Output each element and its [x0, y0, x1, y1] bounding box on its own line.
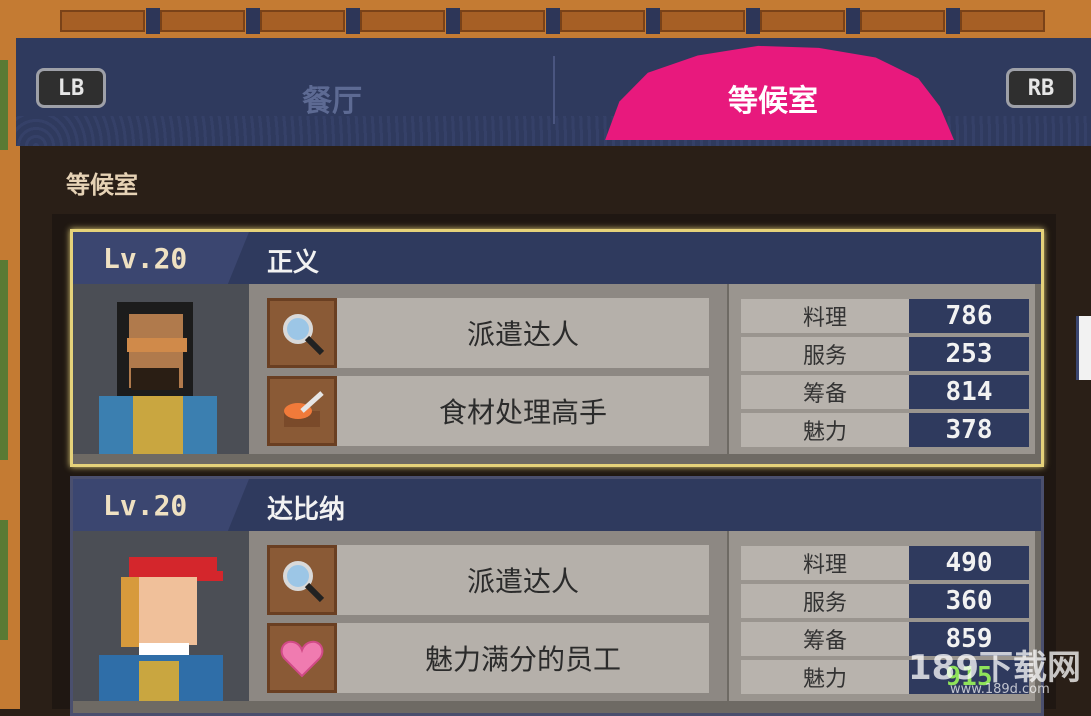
- stat-label: 料理: [741, 546, 909, 580]
- heart-icon: [267, 623, 337, 693]
- watermark-url: www.189d.com: [950, 682, 1050, 697]
- stat-value: 253: [909, 337, 1029, 371]
- card-header: Lv.20 正义: [73, 232, 1041, 284]
- magnifier-icon: [267, 545, 337, 615]
- tab-waiting-room[interactable]: 等候室: [728, 76, 818, 120]
- stat-cooking: 料理 786: [741, 299, 1029, 333]
- staff-card[interactable]: Lv.20 达比纳 派遣达人 魅力满分的员工 料理 490 服务 360 筹备 …: [70, 476, 1044, 716]
- stat-label: 筹备: [741, 375, 909, 409]
- avatar: [73, 531, 249, 701]
- avatar: [73, 284, 249, 454]
- stat-value: 814: [909, 375, 1029, 409]
- stat-service: 服务 253: [741, 337, 1029, 371]
- skill-row: 派遣达人: [267, 545, 709, 615]
- card-header: Lv.20 达比纳: [73, 479, 1041, 531]
- stat-label: 料理: [741, 299, 909, 333]
- stat-label: 魅力: [741, 660, 909, 694]
- tab-divider: [553, 56, 555, 124]
- rb-button[interactable]: RB: [1006, 68, 1076, 108]
- stat-value: 378: [909, 413, 1029, 447]
- skill-row: 食材处理高手: [267, 376, 709, 446]
- wood-frame-top: [0, 0, 1091, 40]
- stat-value: 490: [909, 546, 1029, 580]
- scrollbar[interactable]: [1076, 316, 1091, 380]
- stat-value: 360: [909, 584, 1029, 618]
- stat-label: 魅力: [741, 413, 909, 447]
- stat-charm: 魅力 378: [741, 413, 1029, 447]
- level-badge: Lv.20: [73, 479, 249, 531]
- skill-list: 派遣达人 食材处理高手: [249, 284, 727, 454]
- stat-label: 筹备: [741, 622, 909, 656]
- stat-label: 服务: [741, 337, 909, 371]
- stats-panel: 料理 786 服务 253 筹备 814 魅力 378: [729, 284, 1035, 454]
- skill-row: 魅力满分的员工: [267, 623, 709, 693]
- level-badge: Lv.20: [73, 232, 249, 284]
- stat-value: 786: [909, 299, 1029, 333]
- stat-service: 服务 360: [741, 584, 1029, 618]
- magnifier-icon: [267, 298, 337, 368]
- section-bar: [20, 146, 1091, 214]
- section-title: 等候室: [66, 171, 138, 199]
- skill-label: 魅力满分的员工: [424, 643, 621, 676]
- skill-label: 派遣达人: [466, 318, 579, 351]
- tab-restaurant[interactable]: 餐厅: [302, 76, 362, 120]
- knife-food-icon: [267, 376, 337, 446]
- stat-cooking: 料理 490: [741, 546, 1029, 580]
- staff-card[interactable]: Lv.20 正义 派遣达人 食材处理高手 料理 786 服务 253 筹备 81…: [70, 229, 1044, 467]
- lb-button[interactable]: LB: [36, 68, 106, 108]
- skill-list: 派遣达人 魅力满分的员工: [249, 531, 727, 701]
- skill-label: 食材处理高手: [438, 396, 607, 429]
- skill-label: 派遣达人: [466, 565, 579, 598]
- staff-name: 达比纳: [267, 495, 346, 525]
- stat-label: 服务: [741, 584, 909, 618]
- stat-prep: 筹备 814: [741, 375, 1029, 409]
- staff-name: 正义: [267, 248, 320, 278]
- skill-row: 派遣达人: [267, 298, 709, 368]
